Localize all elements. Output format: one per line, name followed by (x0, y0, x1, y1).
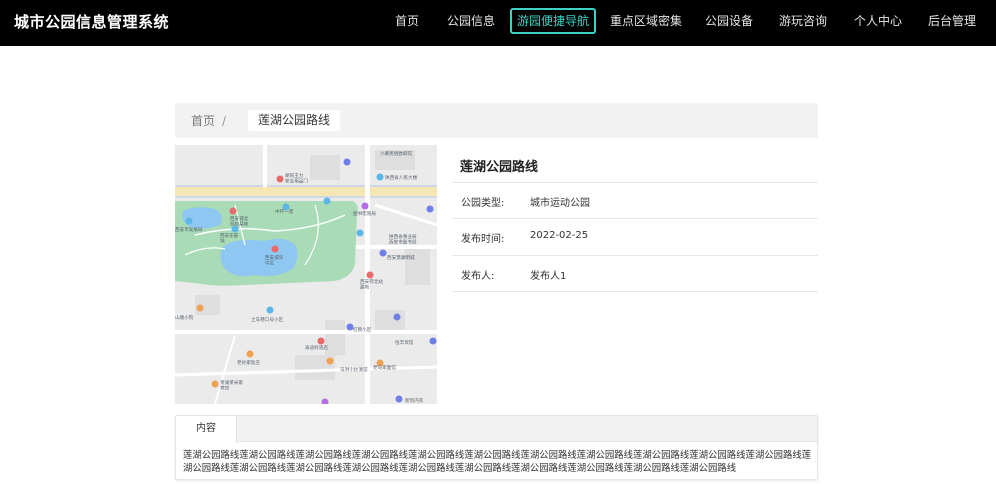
nav-item-personal-center[interactable]: 个人中心 (852, 8, 904, 34)
nav-item-home[interactable]: 首页 (390, 8, 424, 34)
map-label: 西安城北巡检基地 (230, 215, 249, 227)
nav-item-park-info[interactable]: 公园信息 (445, 8, 497, 34)
breadcrumb: 首页 / 莲湖公园路线 (175, 103, 818, 138)
nav-item-park-navigation[interactable]: 游园便捷导航 (510, 8, 596, 34)
detail-row-park-type: 公园类型: 城市运动公园 (452, 182, 818, 219)
detail-row-publisher: 发布人: 发布人1 (452, 255, 818, 292)
map-label: 中环一景 (275, 208, 294, 215)
map-label: 老马家面馆 (373, 364, 396, 371)
detail-title: 莲湖公园路线 (460, 160, 539, 175)
map-label: 马洪小炒清馆 (340, 366, 368, 373)
map-drawing: 小寨民俗欧麻馆 胡同王力安全用品门 陕西省人民大楼 西安城北巡检基地 中环一景 … (175, 145, 437, 404)
detail-row-publish-time: 发布时间: 2022-02-25 (452, 218, 818, 255)
detail-label: 发布时间: (461, 234, 505, 245)
map-label: 陕西省事业局西安市图书局 (389, 233, 417, 245)
map-label: 小寨民俗欧麻馆 (380, 150, 413, 157)
map-label: 恒丰宾馆 (395, 339, 414, 346)
nav-item-consulting[interactable]: 游玩咨询 (777, 8, 829, 34)
map-label: 图书宏观局 (353, 210, 376, 217)
site-title: 城市公园信息管理系统 (14, 13, 170, 31)
map-label: 泰迪好酒店 (305, 344, 328, 351)
content-tabs: 内容 (176, 416, 817, 443)
map-label: 老孙家饭庄 (237, 359, 260, 366)
map-label: 新凯内衣 (405, 397, 424, 404)
breadcrumb-separator: / (222, 114, 227, 128)
tab-content[interactable]: 内容 (176, 416, 237, 443)
map-label: 陕西省人民大楼 (385, 174, 418, 181)
map-label: 红锁小区 (353, 326, 372, 333)
map-label: 西安市发展局 (175, 226, 203, 233)
detail-label: 公园类型: (461, 198, 505, 209)
map-label: 山塘小院 (175, 314, 194, 321)
breadcrumb-home[interactable]: 首页 (184, 111, 222, 131)
nav-item-key-areas[interactable]: 重点区域密集 (610, 8, 682, 34)
nav-item-park-equipment[interactable]: 公园设备 (703, 8, 755, 34)
content-panel: 内容 莲湖公园路线莲湖公园路线莲湖公园路线莲湖公园路线莲湖公园路线莲湖公园路线莲… (175, 415, 818, 480)
breadcrumb-current: 莲湖公园路线 (248, 110, 341, 131)
park-map-image: 小寨民俗欧麻馆 胡同王力安全用品门 陕西省人民大楼 西安城北巡检基地 中环一景 … (175, 145, 437, 404)
map-label: 西安慧康明城 (387, 254, 415, 261)
detail-label: 发布人: (461, 271, 495, 282)
detail-value: 城市运动公园 (530, 198, 590, 209)
map-label: 土车巷口号小区 (251, 316, 284, 323)
content-body: 莲湖公园路线莲湖公园路线莲湖公园路线莲湖公园路线莲湖公园路线莲湖公园路线莲湖公园… (183, 450, 812, 474)
detail-value: 发布人1 (530, 271, 567, 282)
top-navbar: 城市公园信息管理系统 首页 公园信息 游园便捷导航 重点区域密集 公园设备 游玩… (0, 0, 996, 46)
detail-value: 2022-02-25 (530, 230, 589, 241)
nav-item-admin[interactable]: 后台管理 (926, 8, 978, 34)
